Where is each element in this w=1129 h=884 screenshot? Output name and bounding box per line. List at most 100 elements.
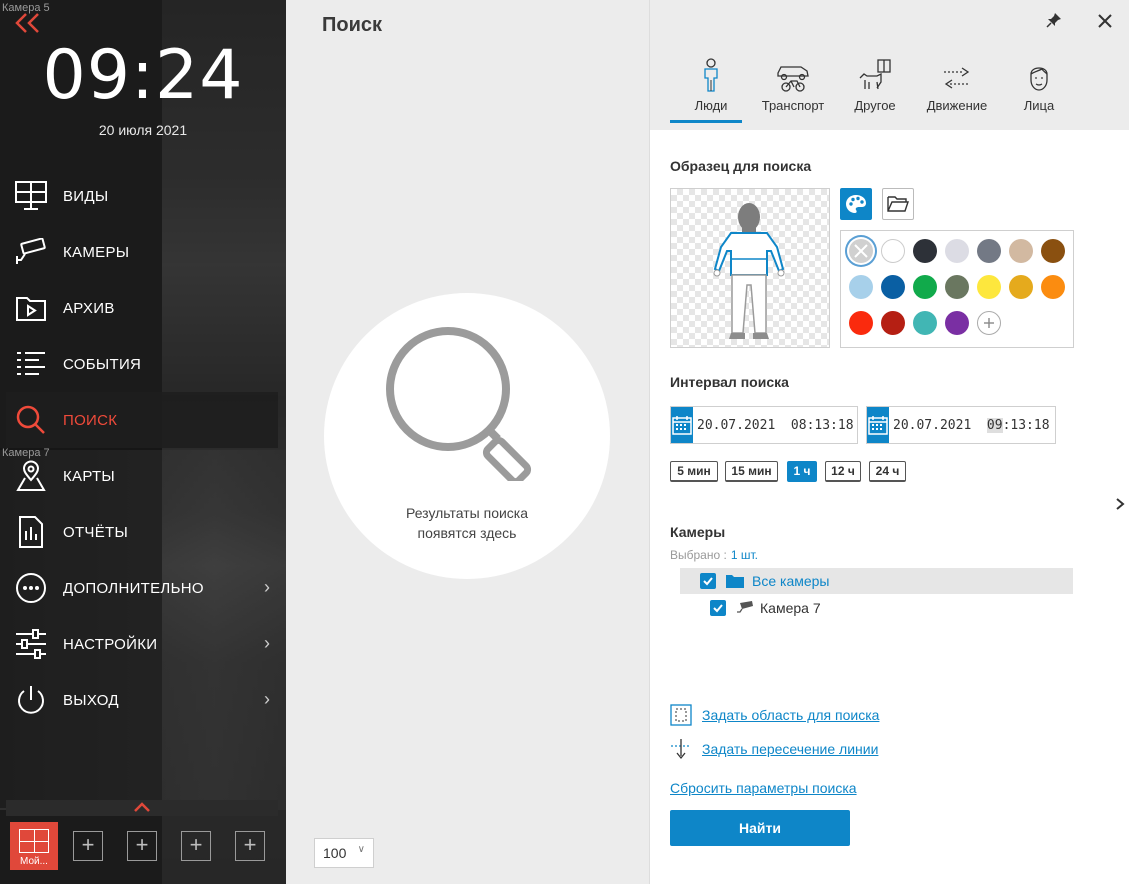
color-swatch[interactable] bbox=[881, 311, 905, 335]
add-layout-button[interactable]: + bbox=[226, 822, 274, 870]
plus-icon: + bbox=[127, 831, 157, 861]
layout-active[interactable]: Мой... bbox=[10, 822, 58, 870]
close-button[interactable] bbox=[1098, 8, 1112, 34]
results-count-value: 100 bbox=[323, 845, 347, 861]
color-swatch-none[interactable] bbox=[849, 239, 873, 263]
menu-item-more[interactable]: ДОПОЛНИТЕЛЬНО › bbox=[0, 560, 286, 616]
plus-icon: + bbox=[235, 831, 265, 861]
calendar-button[interactable] bbox=[867, 407, 889, 443]
color-swatch[interactable] bbox=[945, 239, 969, 263]
plus-icon: + bbox=[181, 831, 211, 861]
color-swatch[interactable] bbox=[945, 311, 969, 335]
line-crossing-icon bbox=[671, 739, 691, 760]
menu-item-search[interactable]: ПОИСК bbox=[6, 392, 278, 448]
object-type-tabs: Люди Транспорт Другое Движение Лица bbox=[650, 48, 1129, 130]
range-5min-button[interactable]: 5 мин bbox=[670, 461, 718, 482]
empty-results-text: Результаты поиска появятся здесь bbox=[324, 503, 610, 543]
chevron-right-icon: › bbox=[264, 689, 270, 709]
folder-icon bbox=[887, 196, 909, 212]
menu-item-label: ВИДЫ bbox=[63, 187, 109, 205]
color-swatch[interactable] bbox=[849, 275, 873, 299]
empty-results-line: Результаты поиска bbox=[405, 505, 529, 521]
color-swatch[interactable] bbox=[913, 275, 937, 299]
add-layout-button[interactable]: + bbox=[64, 822, 112, 870]
vehicle-icon bbox=[752, 48, 834, 92]
set-line-crossing-label: Задать пересечение линии bbox=[702, 741, 879, 757]
color-swatch[interactable] bbox=[945, 275, 969, 299]
color-swatch[interactable] bbox=[913, 311, 937, 335]
pin-button[interactable] bbox=[1046, 12, 1062, 33]
area-select-icon bbox=[670, 704, 692, 726]
color-swatch[interactable] bbox=[1009, 239, 1033, 263]
tab-faces[interactable]: Лица bbox=[998, 48, 1080, 130]
tab-transport[interactable]: Транспорт bbox=[752, 48, 834, 130]
range-1h-button[interactable]: 1 ч bbox=[787, 461, 817, 482]
menu-item-maps[interactable]: КАРТЫ bbox=[0, 448, 286, 504]
magnifier-icon bbox=[386, 327, 532, 481]
search-sample-preview[interactable] bbox=[670, 188, 830, 348]
menu-item-settings[interactable]: НАСТРОЙКИ › bbox=[0, 616, 286, 672]
layout-label: Мой... bbox=[20, 855, 48, 867]
sample-section-title: Образец для поиска bbox=[670, 158, 812, 174]
pin-icon bbox=[1046, 13, 1061, 28]
menu-item-cameras[interactable]: КАМЕРЫ bbox=[0, 224, 286, 280]
menu-item-events[interactable]: СОБЫТИЯ bbox=[0, 336, 286, 392]
tree-row-all-cameras[interactable]: Все камеры bbox=[680, 568, 1073, 594]
motion-arrows-icon bbox=[916, 48, 998, 92]
panel-toolbar bbox=[650, 0, 1129, 48]
menu-item-label: ПОИСК bbox=[63, 411, 118, 429]
tab-motion[interactable]: Движение bbox=[916, 48, 998, 130]
other-objects-icon bbox=[834, 48, 916, 92]
color-swatch-grid bbox=[840, 230, 1074, 348]
menu-item-label: ДОПОЛНИТЕЛЬНО bbox=[63, 579, 204, 597]
clock: 09:24 bbox=[42, 36, 244, 115]
camera-checkbox[interactable] bbox=[710, 600, 726, 616]
menu-item-archive[interactable]: АРХИВ bbox=[0, 280, 286, 336]
tree-row-camera[interactable]: Камера 7 bbox=[680, 595, 1073, 621]
color-swatch[interactable] bbox=[881, 239, 905, 263]
search-results-panel: Поиск Результаты поиска появятся здесь 1… bbox=[286, 0, 649, 884]
range-12h-button[interactable]: 12 ч bbox=[825, 461, 861, 482]
open-image-button[interactable] bbox=[882, 188, 914, 220]
event-list-icon bbox=[14, 347, 48, 381]
range-24h-button[interactable]: 24 ч bbox=[869, 461, 906, 482]
set-search-area-link[interactable]: Задать область для поиска bbox=[670, 704, 879, 726]
menu-item-reports[interactable]: ОТЧЁТЫ bbox=[0, 504, 286, 560]
color-swatch[interactable] bbox=[977, 275, 1001, 299]
color-swatch[interactable] bbox=[1041, 239, 1065, 263]
tab-other[interactable]: Другое bbox=[834, 48, 916, 130]
no-color-icon bbox=[854, 244, 868, 258]
tab-people[interactable]: Люди bbox=[670, 48, 752, 130]
calendar-button[interactable] bbox=[671, 407, 693, 443]
find-button[interactable]: Найти bbox=[670, 810, 850, 846]
add-color-button[interactable] bbox=[977, 311, 1001, 335]
add-layout-button[interactable]: + bbox=[172, 822, 220, 870]
map-pin-icon bbox=[14, 459, 48, 493]
layout-bar-toggle[interactable] bbox=[6, 800, 278, 816]
results-count-select[interactable]: 100 ∨ bbox=[314, 838, 374, 868]
color-palette-button[interactable] bbox=[840, 188, 872, 220]
color-swatch[interactable] bbox=[913, 239, 937, 263]
color-swatch[interactable] bbox=[881, 275, 905, 299]
color-swatch[interactable] bbox=[977, 239, 1001, 263]
menu-item-label: СОБЫТИЯ bbox=[63, 355, 142, 373]
date-to-hour: 09 bbox=[986, 417, 1003, 433]
date-to-field[interactable]: 20.07.2021 09:13:18 bbox=[866, 406, 1056, 444]
layouts-strip: Мой... + + + + bbox=[10, 822, 280, 870]
date-from-field[interactable]: 20.07.2021 08:13:18 bbox=[670, 406, 858, 444]
add-layout-button[interactable]: + bbox=[118, 822, 166, 870]
folder-icon bbox=[726, 575, 744, 588]
expand-panel-button[interactable] bbox=[1115, 497, 1125, 516]
menu-item-views[interactable]: ВИДЫ bbox=[0, 168, 286, 224]
date-to-value: 20.07.2021 09:13:18 bbox=[889, 417, 1056, 433]
menu-item-exit[interactable]: ВЫХОД › bbox=[0, 672, 286, 728]
chevron-right-icon: › bbox=[264, 577, 270, 597]
color-swatch[interactable] bbox=[849, 311, 873, 335]
reset-search-link[interactable]: Сбросить параметры поиска bbox=[670, 780, 857, 796]
all-cameras-checkbox[interactable] bbox=[700, 573, 716, 589]
date-from-value: 20.07.2021 08:13:18 bbox=[697, 417, 854, 433]
color-swatch[interactable] bbox=[1009, 275, 1033, 299]
set-line-crossing-link[interactable]: Задать пересечение линии bbox=[670, 738, 878, 760]
range-15min-button[interactable]: 15 мин bbox=[725, 461, 778, 482]
color-swatch[interactable] bbox=[1041, 275, 1065, 299]
